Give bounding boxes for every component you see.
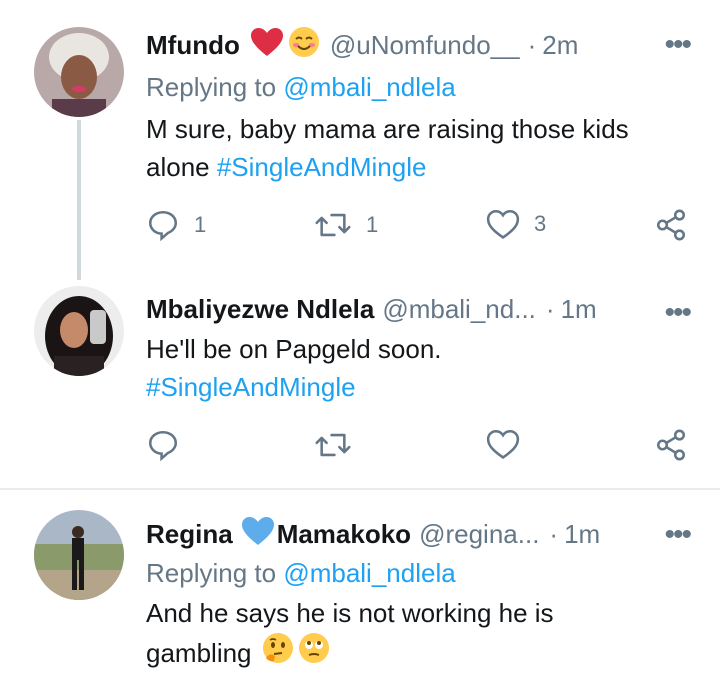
- tweet-text: And he says he is not working he is gamb…: [146, 594, 686, 674]
- handle[interactable]: @mbali_nd...: [382, 294, 536, 325]
- like-button[interactable]: 3: [486, 208, 546, 240]
- tweet-text-line-1: And he says he is not working he is: [146, 598, 554, 628]
- tweet-text: M sure, baby mama are raising those kids…: [146, 110, 686, 186]
- more-icon[interactable]: •••: [664, 28, 691, 62]
- separator-dot: ·: [545, 294, 555, 324]
- replying-to: Replying to @mbali_ndlela: [146, 558, 456, 589]
- tweet-header: Mfundo @uNomfundo__ · 2m: [146, 26, 578, 65]
- replying-label: Replying to: [146, 558, 277, 588]
- like-count: 3: [534, 211, 547, 236]
- display-name[interactable]: Mfundo: [146, 30, 240, 61]
- share-icon: [656, 429, 686, 461]
- thread-line: [77, 120, 81, 280]
- handle[interactable]: @uNomfundo__: [330, 30, 520, 61]
- replying-label: Replying to: [146, 72, 277, 102]
- tweet-actions: 1 1 3: [146, 208, 686, 248]
- tweet-actions: [146, 428, 686, 468]
- tweet-header: Mbaliyezwe Ndlela @mbali_nd... · 1m: [146, 294, 597, 325]
- tweet-text-line-2: gambling: [146, 632, 686, 674]
- heart-icon: [250, 27, 284, 64]
- reply-icon: [148, 430, 178, 462]
- tweet-text: He'll be on Papgeld soon. #SingleAndMing…: [146, 330, 686, 406]
- like-button[interactable]: [486, 428, 534, 460]
- separator-dot: ·: [549, 519, 559, 549]
- share-button[interactable]: [654, 208, 688, 242]
- reply-button[interactable]: [146, 428, 194, 462]
- tweet-text-last-word: gambling: [146, 638, 252, 668]
- avatar-mfundo[interactable]: [34, 27, 124, 117]
- handle[interactable]: @regina...: [419, 519, 539, 550]
- like-icon: [486, 429, 520, 460]
- smiling-face-icon: [288, 26, 320, 65]
- separator-dot: ·: [527, 30, 537, 60]
- blue-heart-icon: [241, 516, 275, 553]
- tweet-3[interactable]: Regina Mamakoko @regina... · 1m ••• Repl…: [0, 490, 720, 681]
- display-name[interactable]: Mbaliyezwe Ndlela: [146, 294, 374, 325]
- like-icon: [486, 209, 520, 240]
- retweet-button[interactable]: 1: [314, 208, 378, 242]
- timestamp[interactable]: 1m: [564, 519, 600, 550]
- retweet-count: 1: [366, 212, 379, 237]
- retweet-button[interactable]: [314, 428, 366, 462]
- hashtag-link[interactable]: #SingleAndMingle: [146, 368, 686, 406]
- replying-to: Replying to @mbali_ndlela: [146, 72, 456, 103]
- more-icon[interactable]: •••: [664, 296, 691, 330]
- display-name-first[interactable]: Regina: [146, 519, 233, 550]
- thinking-face-icon: [262, 632, 294, 674]
- retweet-icon: [315, 213, 351, 237]
- more-icon[interactable]: •••: [664, 518, 691, 552]
- hashtag-link[interactable]: #SingleAndMingle: [217, 152, 427, 182]
- mention-link[interactable]: @mbali_ndlela: [283, 558, 455, 588]
- reply-button[interactable]: 1: [146, 208, 206, 242]
- tweet-1[interactable]: Mfundo @uNomfundo__ · 2m ••• Replying to…: [0, 0, 720, 280]
- retweet-icon: [315, 433, 351, 457]
- reply-count: 1: [194, 212, 207, 237]
- share-icon: [656, 209, 686, 241]
- avatar-mbaliyezwe[interactable]: [34, 286, 124, 376]
- eye-roll-face-icon: [298, 632, 330, 674]
- reply-icon: [148, 210, 178, 242]
- tweet-header: Regina Mamakoko @regina... · 1m: [146, 516, 600, 553]
- share-button[interactable]: [654, 428, 688, 462]
- tweet-2[interactable]: Mbaliyezwe Ndlela @mbali_nd... · 1m ••• …: [0, 268, 720, 488]
- avatar-regina[interactable]: [34, 510, 124, 600]
- display-name-second[interactable]: Mamakoko: [277, 519, 411, 550]
- tweet-text-body: He'll be on Papgeld soon.: [146, 334, 442, 364]
- mention-link[interactable]: @mbali_ndlela: [283, 72, 455, 102]
- timestamp[interactable]: 1m: [561, 294, 597, 325]
- timestamp[interactable]: 2m: [542, 30, 578, 61]
